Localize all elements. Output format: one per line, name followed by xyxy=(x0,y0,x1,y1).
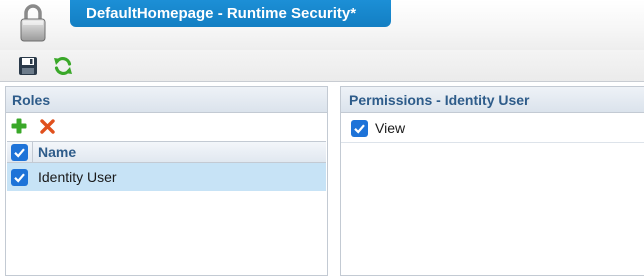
role-name-cell: Identity User xyxy=(38,169,117,185)
table-row[interactable]: Identity User xyxy=(7,163,326,191)
view-permission-checkbox[interactable] xyxy=(351,120,368,137)
refresh-icon[interactable] xyxy=(52,55,74,77)
roles-toolbar xyxy=(6,113,327,141)
toolbar xyxy=(0,50,644,82)
permissions-panel-title: Permissions - Identity User xyxy=(341,87,644,113)
column-header-name[interactable]: Name xyxy=(38,142,76,162)
row-checkbox[interactable] xyxy=(11,169,28,186)
roles-panel-title: Roles xyxy=(6,87,327,113)
roles-panel: Roles Name Identity User xyxy=(5,86,328,276)
roles-grid: Name Identity User xyxy=(7,141,326,191)
select-all-checkbox[interactable] xyxy=(11,144,28,161)
roles-grid-header: Name xyxy=(7,141,326,163)
close-icon[interactable] xyxy=(40,119,55,134)
permission-label: View xyxy=(375,120,406,136)
window-title: DefaultHomepage - Runtime Security* xyxy=(70,0,391,27)
permission-item[interactable]: View xyxy=(341,113,644,143)
window-header: DefaultHomepage - Runtime Security* xyxy=(0,0,644,50)
permissions-panel: Permissions - Identity User View xyxy=(340,86,644,276)
plus-icon[interactable] xyxy=(11,118,27,134)
padlock-icon xyxy=(20,4,46,42)
floppy-disk-icon[interactable] xyxy=(17,55,39,77)
